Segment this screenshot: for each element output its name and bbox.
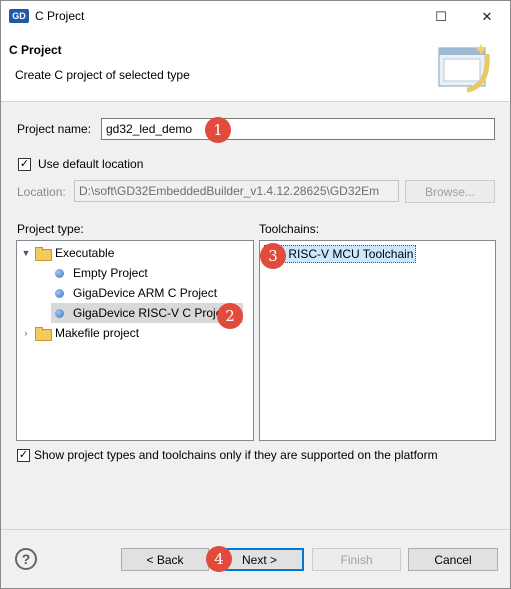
folder-icon (35, 247, 52, 261)
expand-arrow-icon[interactable]: ▼ (21, 248, 31, 258)
close-button[interactable]: ✕ (464, 1, 510, 32)
wizard-banner-icon (438, 44, 490, 93)
tree-item-makefile-project[interactable]: › Makefile project (21, 323, 139, 343)
browse-button[interactable]: Browse... (405, 180, 495, 203)
tree-item-label: Executable (55, 246, 115, 260)
project-type-label: Project type: (17, 222, 84, 236)
c-project-dialog: GD C Project ☐ ✕ C Project Create C proj… (0, 0, 511, 589)
step-badge-4: 4 (206, 546, 232, 572)
tree-item-executable[interactable]: ▼ Executable (21, 243, 114, 263)
page-title: C Project (9, 43, 62, 57)
toolchains-label: Toolchains: (259, 222, 320, 236)
close-icon: ✕ (481, 8, 493, 24)
project-name-label: Project name: (17, 122, 92, 136)
tree-item-risc-v-c-project[interactable]: GigaDevice RISC-V C Project (51, 303, 243, 323)
show-supported-only-checkbox[interactable]: ✓ (17, 449, 30, 462)
tree-item-arm-c-project[interactable]: GigaDevice ARM C Project (51, 283, 217, 303)
location-input[interactable]: D:\soft\GD32EmbeddedBuilder_v1.4.12.2862… (74, 180, 399, 202)
step-badge-2: 2 (217, 303, 243, 329)
toolchains-list[interactable]: GD RISC-V MCU Toolchain (259, 240, 496, 441)
project-type-icon (55, 308, 64, 318)
toolchain-item[interactable]: GD RISC-V MCU Toolchain (264, 245, 417, 263)
back-button[interactable]: < Back (121, 548, 209, 571)
tree-item-label: Empty Project (73, 266, 148, 280)
page-description: Create C project of selected type (15, 68, 190, 82)
project-type-icon (55, 288, 64, 298)
folder-icon (35, 327, 52, 341)
tree-item-label: Makefile project (55, 326, 140, 340)
help-icon[interactable]: ? (15, 548, 37, 570)
gd-app-icon: GD (9, 9, 29, 23)
collapse-arrow-icon[interactable]: › (21, 328, 31, 338)
maximize-icon: ☐ (435, 8, 447, 24)
cancel-button[interactable]: Cancel (408, 548, 498, 571)
footer-separator (1, 529, 510, 530)
wizard-header: C Project Create C project of selected t… (1, 32, 510, 102)
project-type-tree[interactable]: ▼ Executable Empty Project GigaDevice AR… (16, 240, 254, 441)
tree-item-label: GigaDevice ARM C Project (73, 286, 218, 300)
finish-button[interactable]: Finish (312, 548, 401, 571)
location-label: Location: (17, 185, 66, 199)
show-supported-only-label: Show project types and toolchains only i… (34, 448, 438, 462)
step-badge-3: 3 (260, 243, 286, 269)
use-default-location-checkbox[interactable]: ✓ (18, 158, 31, 171)
project-type-icon (55, 268, 64, 278)
window-title: C Project (35, 9, 85, 23)
tree-item-label: GigaDevice RISC-V C Project (73, 306, 232, 320)
use-default-location-label: Use default location (38, 157, 144, 171)
project-name-input[interactable]: gd32_led_demo (101, 118, 495, 140)
tree-item-empty-project[interactable]: Empty Project (51, 263, 148, 283)
title-bar: GD C Project ☐ ✕ (1, 1, 510, 32)
maximize-button[interactable]: ☐ (418, 1, 464, 32)
step-badge-1: 1 (205, 117, 231, 143)
toolchain-label: GD RISC-V MCU Toolchain (267, 247, 414, 261)
